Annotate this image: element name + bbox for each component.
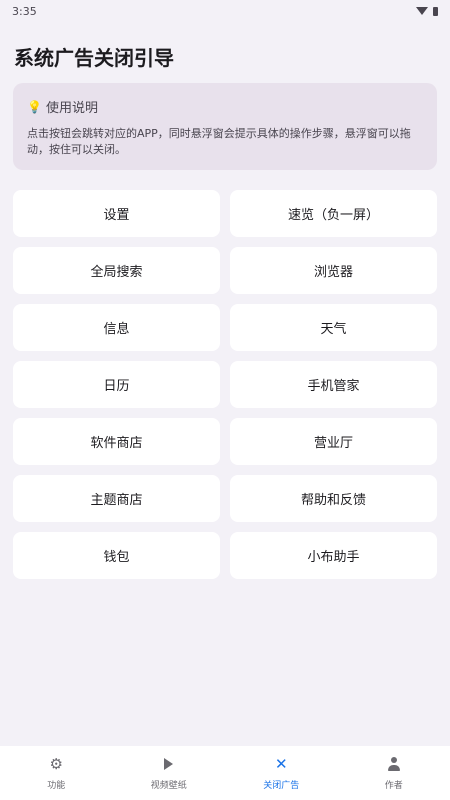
- instructions-header: 💡 使用说明: [27, 97, 423, 117]
- nav-item-video-wallpaper[interactable]: 视频壁纸: [113, 746, 226, 800]
- browser-button[interactable]: 浏览器: [230, 247, 437, 294]
- help-feedback-button[interactable]: 帮助和反馈: [230, 475, 437, 522]
- status-icons: [416, 6, 438, 16]
- instructions-title: 使用说明: [45, 101, 98, 116]
- nav-label-video-wallpaper: 视频壁纸: [150, 780, 187, 791]
- quick-view-button[interactable]: 速览（负一屏）: [230, 190, 437, 237]
- calendar-button[interactable]: 日历: [13, 361, 220, 408]
- nav-item-author[interactable]: 作者: [338, 746, 450, 800]
- app-store-button[interactable]: 软件商店: [13, 418, 220, 465]
- nav-label-author: 作者: [384, 780, 403, 791]
- phone-manager-button[interactable]: 手机管家: [230, 361, 437, 408]
- settings-button[interactable]: 设置: [13, 190, 220, 237]
- gear-icon: ⚙: [49, 754, 63, 773]
- close-icon: ✕: [274, 754, 288, 773]
- instructions-card: 💡 使用说明 点击按钮会跳转对应的APP，同时悬浮窗会提示具体的操作步骤，悬浮窗…: [13, 83, 437, 170]
- play-icon: [164, 756, 174, 772]
- person-icon: [387, 756, 401, 772]
- page-title: 系统广告关闭引导: [14, 46, 174, 70]
- wallet-button[interactable]: 钱包: [13, 532, 220, 579]
- messages-button[interactable]: 信息: [13, 304, 220, 351]
- battery-icon: [433, 6, 438, 16]
- lightbulb-icon: 💡: [27, 99, 42, 114]
- breeno-assistant-button[interactable]: 小布助手: [230, 532, 437, 579]
- nav-label-close-ads: 关闭广告: [263, 780, 300, 791]
- status-time: 3:35: [12, 4, 37, 18]
- nav-item-close-ads[interactable]: ✕ 关闭广告: [225, 746, 338, 800]
- global-search-button[interactable]: 全局搜索: [13, 247, 220, 294]
- status-bar: 3:35: [0, 0, 450, 22]
- bottom-nav: ⚙ 功能 视频壁纸 ✕ 关闭广告 作者: [0, 746, 450, 800]
- wifi-icon: [416, 7, 428, 15]
- theme-store-button[interactable]: 主题商店: [13, 475, 220, 522]
- nav-item-features[interactable]: ⚙ 功能: [0, 746, 113, 800]
- nav-label-features: 功能: [47, 780, 66, 791]
- instructions-text: 点击按钮会跳转对应的APP，同时悬浮窗会提示具体的操作步骤，悬浮窗可以拖动，按住…: [27, 127, 411, 156]
- weather-button[interactable]: 天气: [230, 304, 437, 351]
- service-hall-button[interactable]: 营业厅: [230, 418, 437, 465]
- app-button-grid: 设置 速览（负一屏） 全局搜索 浏览器 信息 天气 日历 手机管家 软件商店 营…: [13, 190, 437, 579]
